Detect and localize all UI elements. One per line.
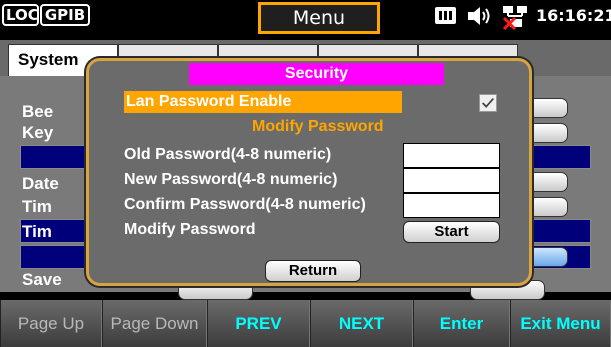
lan-password-enable-label: Lan Password Enable xyxy=(126,93,292,110)
bg-row-label: Tim xyxy=(22,222,52,241)
confirm-password-label: Confirm Password(4-8 numeric) xyxy=(124,196,366,213)
softkey-bar: Page Up Page Down PREV NEXT Enter Exit M… xyxy=(0,300,611,347)
old-password-label: Old Password(4-8 numeric) xyxy=(124,146,332,163)
status-bar: LOC GPIB Menu 16:16:21 xyxy=(0,0,611,36)
bg-row-label: Save xyxy=(22,270,62,289)
security-dialog: Security Lan Password Enable Modify Pass… xyxy=(86,58,532,286)
keyboard-icon xyxy=(435,7,456,24)
bg-option-button[interactable] xyxy=(528,247,568,267)
next-softkey[interactable]: NEXT xyxy=(310,300,413,347)
clock: 16:16:21 xyxy=(536,6,611,25)
bg-row-label: Key xyxy=(22,123,54,142)
dialog-title: Security xyxy=(189,63,444,85)
bg-row-label: Bee xyxy=(22,102,54,121)
new-password-label: New Password(4-8 numeric) xyxy=(124,171,338,188)
old-password-field[interactable] xyxy=(403,143,500,168)
loc-indicator: LOC xyxy=(2,4,39,26)
lan-disconnected-icon xyxy=(502,6,527,30)
new-password-field[interactable] xyxy=(403,168,500,193)
enter-softkey[interactable]: Enter xyxy=(413,300,510,347)
menu-title-box: Menu xyxy=(258,2,380,34)
return-button[interactable]: Return xyxy=(265,260,361,282)
gpib-indicator: GPIB xyxy=(40,4,90,26)
checkmark-icon xyxy=(482,97,494,108)
page-down-softkey[interactable]: Page Down xyxy=(102,300,207,347)
lan-password-enable-checkbox[interactable] xyxy=(479,94,497,112)
bg-option-button[interactable] xyxy=(528,123,568,143)
bg-row-label: Date xyxy=(22,174,59,193)
start-button[interactable]: Start xyxy=(403,221,500,243)
confirm-password-field[interactable] xyxy=(403,193,500,218)
bg-row-label: Tim xyxy=(22,197,52,216)
menu-title: Menu xyxy=(261,5,377,31)
modify-password-heading: Modify Password xyxy=(252,118,384,135)
modify-password-label: Modify Password xyxy=(124,221,256,238)
prev-softkey[interactable]: PREV xyxy=(207,300,310,347)
bg-option-button[interactable] xyxy=(528,98,568,118)
speaker-icon xyxy=(468,7,490,25)
bg-option-button[interactable] xyxy=(528,197,568,217)
bg-option-button[interactable] xyxy=(528,172,568,192)
exit-menu-softkey[interactable]: Exit Menu xyxy=(510,300,611,347)
lan-password-enable-row[interactable]: Lan Password Enable xyxy=(124,91,402,113)
page-up-softkey[interactable]: Page Up xyxy=(0,300,102,347)
